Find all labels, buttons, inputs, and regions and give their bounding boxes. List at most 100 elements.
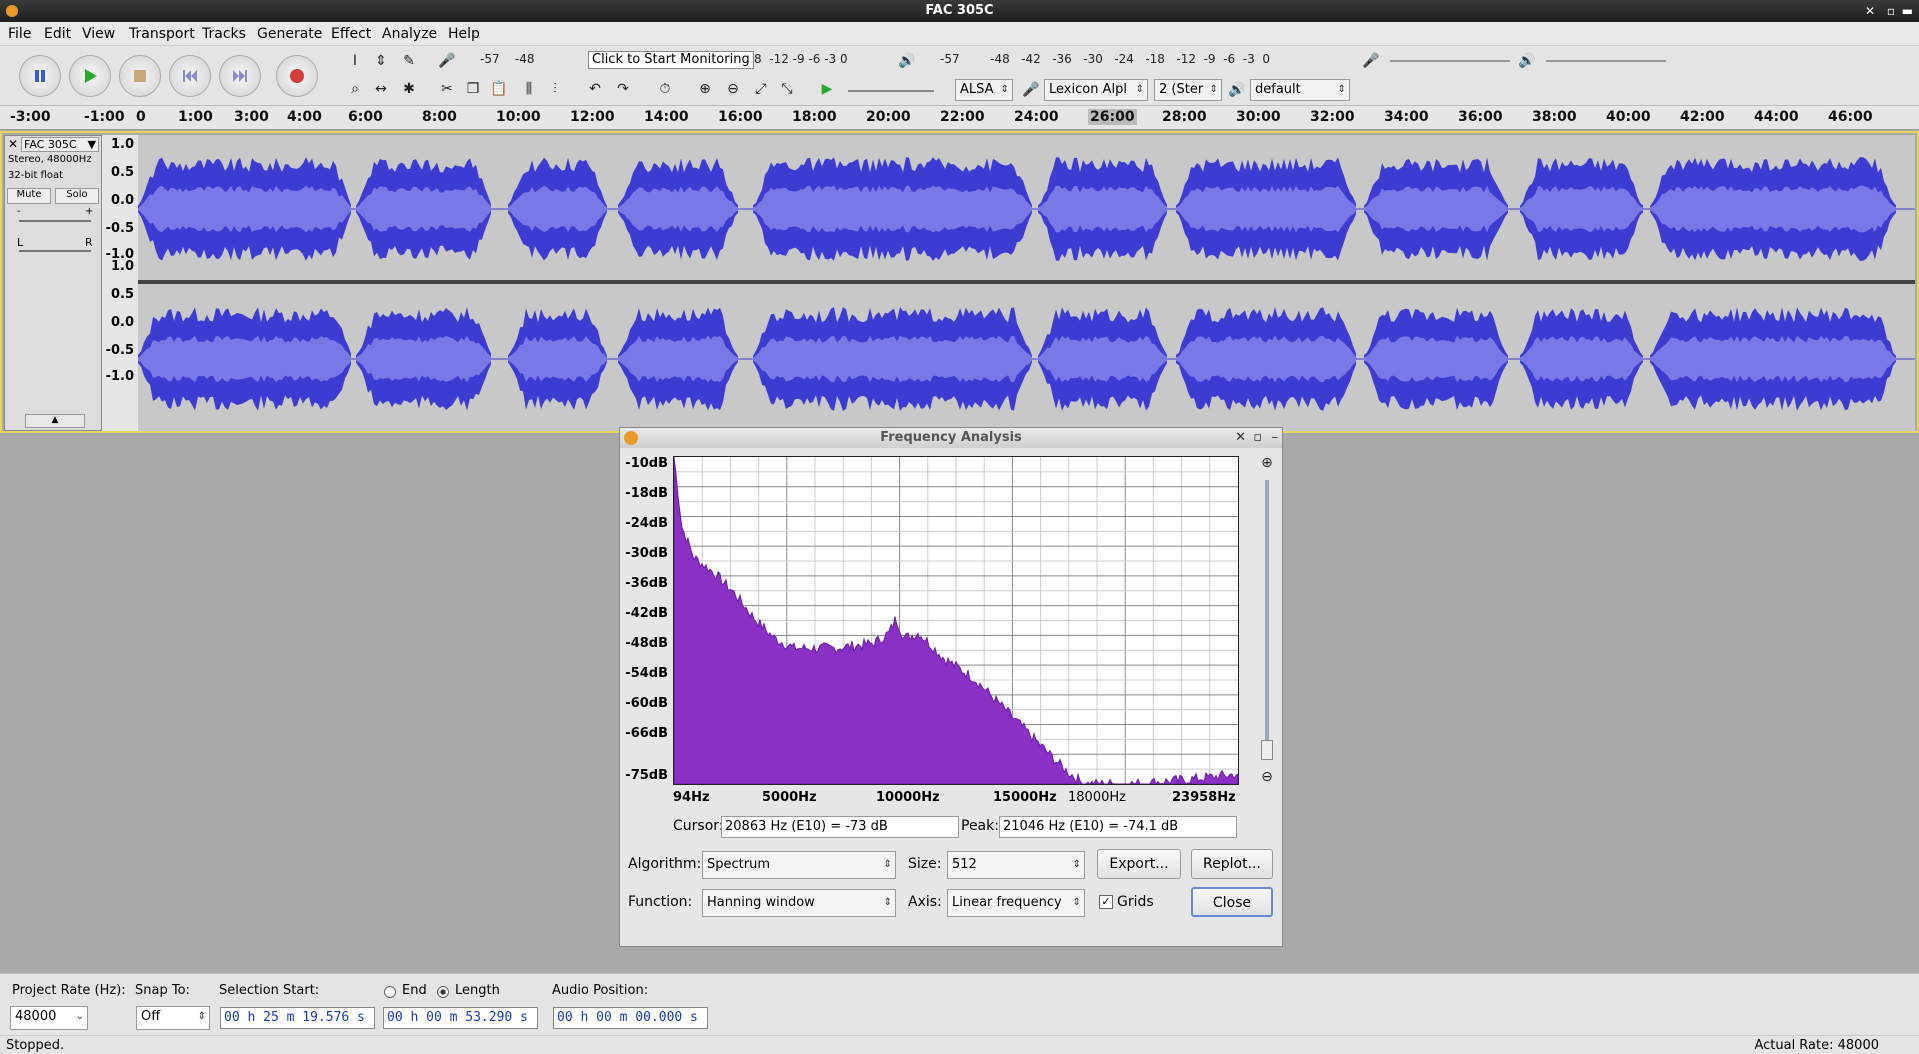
pan-left-label: L <box>17 236 24 249</box>
window-minimize-icon[interactable]: ▬ <box>1902 0 1913 22</box>
dialog-close-icon[interactable]: ✕ <box>1235 428 1246 448</box>
close-button[interactable]: Close <box>1191 887 1273 917</box>
plot-zoom-slider-thumb[interactable] <box>1261 740 1273 760</box>
sync-lock-icon[interactable]: ⏱ <box>654 78 676 100</box>
zoom-out-icon[interactable]: ⊖ <box>722 78 744 100</box>
record-button[interactable] <box>276 55 318 97</box>
zoom-in-plot-icon[interactable]: ⊕ <box>1256 452 1278 474</box>
draw-tool-icon[interactable]: ✎ <box>398 50 420 72</box>
selection-length-field[interactable]: 00 h 00 m 53.290 s <box>383 1007 538 1029</box>
start-monitoring-button[interactable]: Click to Start Monitoring <box>588 51 754 69</box>
solo-button[interactable]: Solo <box>55 188 99 204</box>
pan-right-label: R <box>85 236 93 249</box>
cursor-label: Cursor: <box>673 818 724 834</box>
selection-start-field[interactable]: 00 h 25 m 19.576 s <box>220 1007 375 1029</box>
waveform-view[interactable] <box>138 135 1915 431</box>
ruler-tick-label: 4:00 <box>287 109 322 125</box>
menu-generate[interactable]: Generate <box>257 26 322 42</box>
plot-zoom-slider[interactable] <box>1265 480 1269 760</box>
channel-separator <box>138 280 1915 284</box>
menu-help[interactable]: Help <box>448 26 480 42</box>
dialog-app-icon <box>624 431 638 445</box>
cut-icon[interactable]: ✂ <box>436 78 458 100</box>
audio-position-label: Audio Position: <box>552 983 649 998</box>
db-axis-label: -10dB <box>625 456 668 471</box>
ruler-tick-label: 12:00 <box>570 109 615 125</box>
zoom-in-icon[interactable]: ⊕ <box>694 78 716 100</box>
gain-slider[interactable] <box>19 220 91 222</box>
track-name-menu[interactable]: FAC 305C ▼ <box>21 137 99 152</box>
undo-icon[interactable]: ↶ <box>584 78 606 100</box>
dialog-restore-icon[interactable]: ▫ <box>1253 428 1262 448</box>
pause-button[interactable] <box>19 55 61 97</box>
ruler-tick-label: 42:00 <box>1680 109 1725 125</box>
export-button[interactable]: Export... <box>1097 849 1181 879</box>
pan-slider[interactable] <box>19 250 91 252</box>
play-button[interactable] <box>69 55 111 97</box>
end-radio[interactable] <box>384 986 396 998</box>
window-close-icon[interactable]: ✕ <box>1865 0 1875 22</box>
menu-analyze[interactable]: Analyze <box>382 26 437 42</box>
amplitude-tick-label: 1.0 <box>110 137 134 152</box>
stop-button[interactable] <box>119 55 161 97</box>
replot-button[interactable]: Replot... <box>1191 849 1273 879</box>
envelope-tool-icon[interactable]: ⇕ <box>370 50 392 72</box>
length-radio[interactable] <box>437 986 449 998</box>
amplitude-tick-label: -0.5 <box>105 343 134 358</box>
freq-axis-label: 10000Hz <box>876 790 940 805</box>
ruler-tick-label: 30:00 <box>1236 109 1281 125</box>
menu-transport[interactable]: Transport <box>129 26 195 42</box>
record-volume-slider[interactable] <box>1390 60 1510 62</box>
spectrum-svg <box>673 457 1239 785</box>
amplitude-ruler: 1.0 0.5 0.0 -0.5 -1.0 1.0 0.5 0.0 -0.5 -1.0 <box>102 135 138 431</box>
dialog-minimize-icon[interactable]: – <box>1272 428 1279 448</box>
input-device-select[interactable]: Lexicon Alpl ⇕ <box>1044 79 1148 101</box>
spectrum-plot[interactable] <box>673 456 1239 785</box>
fit-selection-icon[interactable]: ⤢ <box>750 78 772 100</box>
copy-icon[interactable]: ❐ <box>462 78 484 100</box>
silence-icon[interactable]: ⫶ <box>544 78 566 100</box>
menu-view[interactable]: View <box>82 26 115 42</box>
audio-host-select[interactable]: ALSA ⇕ <box>955 79 1013 101</box>
timeshift-tool-icon[interactable]: ↔ <box>370 78 392 100</box>
waveform-rms <box>356 335 491 383</box>
fit-project-icon[interactable]: ⤡ <box>776 78 798 100</box>
skip-to-end-button[interactable] <box>219 55 261 97</box>
grids-checkbox[interactable]: ✓ <box>1099 895 1113 909</box>
collapse-track-icon[interactable]: ▲ <box>25 414 85 428</box>
zoom-out-plot-icon[interactable]: ⊖ <box>1256 766 1278 788</box>
ruler-tick-label: 1:00 <box>178 109 213 125</box>
axis-label: Axis: <box>908 894 942 910</box>
amplitude-tick-label: 0.0 <box>110 315 134 330</box>
size-select[interactable]: 512 ⇕ <box>947 851 1085 879</box>
axis-select[interactable]: Linear frequency ⇕ <box>947 889 1085 917</box>
record-meter-icon[interactable]: 🎤 <box>436 50 458 72</box>
window-restore-icon[interactable]: ▫ <box>1887 0 1895 22</box>
window-function-select[interactable]: Hanning window ⇕ <box>702 889 896 917</box>
playback-volume-slider[interactable] <box>1546 60 1666 62</box>
mute-button[interactable]: Mute <box>7 188 51 204</box>
track-close-icon[interactable]: ✕ <box>8 137 18 151</box>
play-speed-slider[interactable] <box>848 90 934 92</box>
algorithm-select[interactable]: Spectrum ⇕ <box>702 851 896 879</box>
channels-select[interactable]: 2 (Ster ⇕ <box>1154 79 1222 101</box>
redo-icon[interactable]: ↷ <box>612 78 634 100</box>
menu-effect[interactable]: Effect <box>331 26 371 42</box>
skip-to-start-button[interactable] <box>169 55 211 97</box>
peak-readout: 21046 Hz (E10) = -74.1 dB <box>999 816 1237 838</box>
menu-tracks[interactable]: Tracks <box>202 26 246 42</box>
project-rate-select[interactable]: 48000 ⌄ <box>10 1006 88 1030</box>
multi-tool-icon[interactable]: ✱ <box>398 78 420 100</box>
ruler-tick-label: 14:00 <box>644 109 689 125</box>
menu-edit[interactable]: Edit <box>44 26 71 42</box>
menu-file[interactable]: File <box>8 26 31 42</box>
paste-icon[interactable]: 📋 <box>488 78 510 100</box>
selection-tool-icon[interactable]: I <box>344 50 366 72</box>
audio-position-field[interactable]: 00 h 00 m 00.000 s <box>553 1007 708 1029</box>
output-device-select[interactable]: default ⇕ <box>1250 79 1350 101</box>
play-at-speed-icon[interactable]: ▶ <box>816 78 838 100</box>
zoom-tool-icon[interactable]: ⌕ <box>344 78 366 100</box>
trim-icon[interactable]: ⫼ <box>518 78 540 100</box>
playback-meter-icon[interactable]: 🔊 <box>896 50 918 72</box>
snap-to-select[interactable]: Off ⇕ <box>136 1006 210 1030</box>
